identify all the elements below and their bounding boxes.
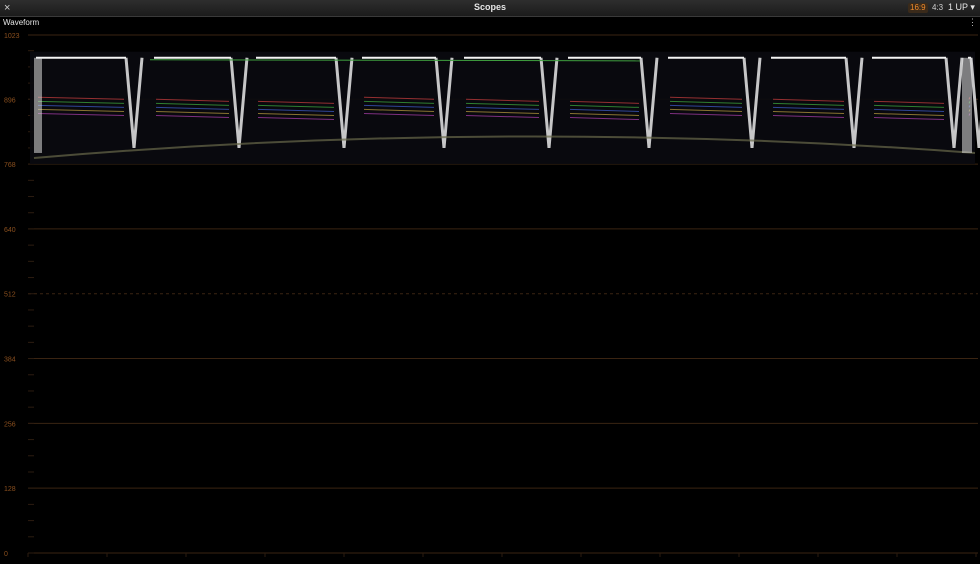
aspect-16-9-button[interactable]: 16:9 — [908, 3, 928, 13]
scopes-title-bar: × Scopes 16:9 4:3 1 UP ▾ — [0, 0, 980, 17]
trace-edge — [962, 57, 972, 153]
scope-type-label: Waveform — [3, 18, 40, 27]
y-axis-label: 1023 — [4, 33, 20, 40]
y-axis-label: 256 — [4, 421, 16, 428]
aspect-4-3-button[interactable]: 4:3 — [930, 3, 945, 13]
window-title: Scopes — [473, 2, 506, 12]
y-axis-label: 640 — [4, 227, 16, 234]
y-axis-label: 128 — [4, 486, 16, 493]
y-axis-label: 896 — [4, 97, 16, 104]
scope-menu-icon[interactable]: ⋮ — [968, 18, 977, 27]
waveform-display: 1023 896 768 640 512 384 256 128 0 — [4, 33, 980, 558]
y-axis-label: 512 — [4, 292, 16, 299]
chevron-down-icon: ▾ — [970, 2, 975, 12]
waveform-axis-labels: 1023 896 768 640 512 384 256 128 0 — [4, 33, 20, 558]
y-axis-label: 384 — [4, 357, 16, 364]
trace-edge — [34, 57, 42, 153]
y-axis-label: 768 — [4, 162, 16, 169]
layout-dropdown[interactable]: 1 UP ▾ — [948, 2, 975, 13]
layout-dropdown-label: 1 UP — [948, 2, 968, 12]
waveform-traces — [30, 51, 980, 165]
y-axis-label: 0 — [4, 551, 8, 558]
